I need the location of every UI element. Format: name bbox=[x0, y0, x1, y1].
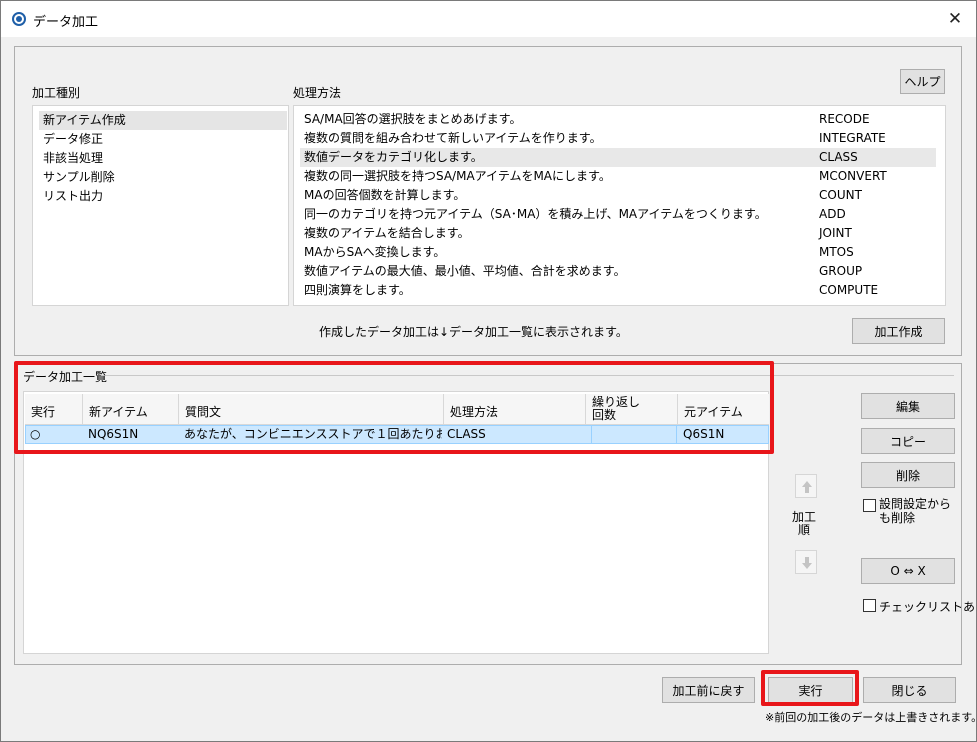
delete-from-settings-checkbox[interactable] bbox=[863, 499, 876, 512]
type-item-new-item[interactable]: 新アイテム作成 bbox=[39, 111, 287, 130]
create-processing-button[interactable]: 加工作成 bbox=[852, 318, 945, 344]
copy-button[interactable]: コピー bbox=[861, 428, 955, 454]
close-button[interactable]: 閉じる bbox=[863, 677, 956, 703]
method-row-integrate[interactable]: 複数の質問を組み合わせて新しいアイテムを作ります。 INTEGRATE bbox=[300, 129, 936, 148]
method-desc: 同一のカテゴリを持つ元アイテム（SA･MA）を積み上げ、MAアイテムをつくります… bbox=[304, 207, 767, 221]
close-window-button[interactable]: ✕ bbox=[942, 7, 968, 31]
checklist-label: チェックリストあり bbox=[879, 600, 977, 614]
method-desc: MAの回答個数を計算します。 bbox=[304, 188, 466, 202]
data-processing-dialog: データ加工 ✕ ヘルプ 加工種別 処理方法 新アイテム作成 データ修正 非該当処… bbox=[0, 0, 977, 742]
method-code: RECODE bbox=[819, 112, 870, 126]
method-row-joint[interactable]: 複数のアイテムを結合します。 JOINT bbox=[300, 224, 936, 243]
method-desc: 複数のアイテムを結合します。 bbox=[304, 226, 470, 240]
type-item-data-fix[interactable]: データ修正 bbox=[39, 130, 287, 149]
checklist-checkbox[interactable] bbox=[863, 599, 876, 612]
revert-button[interactable]: 加工前に戻す bbox=[662, 677, 755, 703]
toggle-run-button[interactable]: O ⇔ X bbox=[861, 558, 955, 584]
type-list[interactable]: 新アイテム作成 データ修正 非該当処理 サンプル削除 リスト出力 bbox=[32, 105, 289, 306]
method-desc: SA/MA回答の選択肢をまとめあげます。 bbox=[304, 112, 522, 126]
list-highlight-frame bbox=[14, 361, 774, 454]
method-code: COMPUTE bbox=[819, 283, 879, 297]
method-code: MCONVERT bbox=[819, 169, 887, 183]
method-row-mconvert[interactable]: 複数の同一選択肢を持つSA/MAアイテムをMAにします。 MCONVERT bbox=[300, 167, 936, 186]
method-row-class[interactable]: 数値データをカテゴリ化します。 CLASS bbox=[300, 148, 936, 167]
title-bar: データ加工 ✕ bbox=[1, 1, 976, 37]
method-code: INTEGRATE bbox=[819, 131, 886, 145]
execute-highlight-frame bbox=[761, 670, 859, 706]
info-text: 作成したデータ加工は↓データ加工一覧に表示されます。 bbox=[319, 325, 628, 339]
method-code: ADD bbox=[819, 207, 846, 221]
method-desc: 四則演算をします。 bbox=[304, 283, 411, 297]
edit-button[interactable]: 編集 bbox=[861, 393, 955, 419]
method-desc: MAからSAへ変換します。 bbox=[304, 245, 446, 259]
method-section-label: 処理方法 bbox=[293, 86, 342, 100]
method-row-count[interactable]: MAの回答個数を計算します。 COUNT bbox=[300, 186, 936, 205]
method-row-recode[interactable]: SA/MA回答の選択肢をまとめあげます。 RECODE bbox=[300, 110, 936, 129]
method-code: GROUP bbox=[819, 264, 863, 278]
method-code: COUNT bbox=[819, 188, 862, 202]
delete-from-settings-label: 設問設定からも削除 bbox=[879, 497, 952, 525]
method-list[interactable]: SA/MA回答の選択肢をまとめあげます。 RECODE 複数の質問を組み合わせて… bbox=[293, 105, 946, 306]
method-desc: 数値データをカテゴリ化します。 bbox=[304, 150, 483, 164]
method-row-compute[interactable]: 四則演算をします。 COMPUTE bbox=[300, 281, 936, 300]
type-item-list-output[interactable]: リスト出力 bbox=[39, 187, 287, 206]
method-code: MTOS bbox=[819, 245, 854, 259]
move-down-button[interactable] bbox=[795, 550, 817, 574]
method-desc: 複数の同一選択肢を持つSA/MAアイテムをMAにします。 bbox=[304, 169, 611, 183]
arrow-down-icon bbox=[802, 557, 812, 569]
method-code: JOINT bbox=[819, 226, 852, 240]
type-item-sample-delete[interactable]: サンプル削除 bbox=[39, 168, 287, 187]
overwrite-note: ※前回の加工後のデータは上書きされます。 bbox=[765, 711, 977, 724]
type-section-label: 加工種別 bbox=[32, 86, 81, 100]
window-title: データ加工 bbox=[33, 15, 99, 30]
order-label: 加工順 bbox=[791, 510, 816, 537]
help-button[interactable]: ヘルプ bbox=[900, 69, 945, 94]
method-desc: 数値アイテムの最大値、最小値、平均値、合計を求めます。 bbox=[304, 264, 626, 278]
method-code: CLASS bbox=[819, 150, 858, 164]
method-row-mtos[interactable]: MAからSAへ変換します。 MTOS bbox=[300, 243, 936, 262]
type-item-non-applicable[interactable]: 非該当処理 bbox=[39, 149, 287, 168]
delete-button[interactable]: 削除 bbox=[861, 462, 955, 488]
app-logo-icon bbox=[12, 12, 26, 26]
method-desc: 複数の質問を組み合わせて新しいアイテムを作ります。 bbox=[304, 131, 602, 145]
arrow-up-icon bbox=[802, 481, 812, 493]
method-row-group[interactable]: 数値アイテムの最大値、最小値、平均値、合計を求めます。 GROUP bbox=[300, 262, 936, 281]
move-up-button[interactable] bbox=[795, 474, 817, 498]
method-row-add[interactable]: 同一のカテゴリを持つ元アイテム（SA･MA）を積み上げ、MAアイテムをつくります… bbox=[300, 205, 936, 224]
